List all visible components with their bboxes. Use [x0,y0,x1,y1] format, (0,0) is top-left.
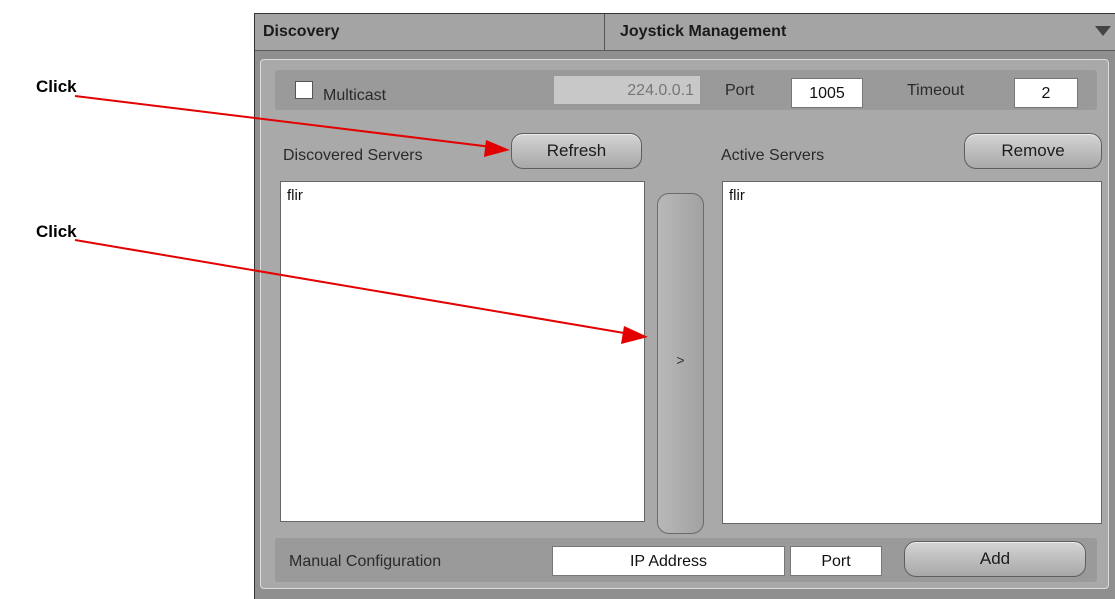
discovery-window: Discovery Joystick Management Multicast … [254,13,1115,599]
tab-discovery[interactable]: Discovery [255,14,605,50]
move-to-active-button[interactable]: > [657,193,704,534]
discovered-servers-label: Discovered Servers [283,147,423,164]
manual-port-field[interactable]: Port [790,546,882,576]
timeout-field[interactable]: 2 [1014,78,1078,108]
callout-label-move: Click [36,222,77,241]
chevron-down-icon[interactable] [1095,26,1111,36]
discovered-servers-list[interactable]: flir [280,181,645,522]
multicast-checkbox[interactable] [295,81,313,99]
list-item[interactable]: flir [729,186,1095,206]
discovery-panel: Multicast 224.0.0.1 Port 1005 Timeout 2 … [260,59,1109,589]
multicast-address-field[interactable]: 224.0.0.1 [553,75,701,105]
remove-button[interactable]: Remove [964,133,1102,169]
manual-configuration-label: Manual Configuration [289,553,442,570]
add-button[interactable]: Add [904,541,1086,577]
port-label: Port [725,82,755,99]
active-servers-list[interactable]: flir [722,181,1102,524]
tab-joystick-management[interactable]: Joystick Management [606,14,1115,50]
move-button-label: > [676,352,685,368]
list-item[interactable]: flir [287,186,638,206]
port-field[interactable]: 1005 [791,78,863,108]
callout-label-refresh: Click [36,77,77,96]
tab-bar: Discovery Joystick Management [255,14,1115,51]
refresh-button[interactable]: Refresh [511,133,642,169]
timeout-label: Timeout [907,82,965,99]
active-servers-label: Active Servers [721,147,825,164]
multicast-label: Multicast [323,87,387,104]
ip-address-field[interactable]: IP Address [552,546,785,576]
